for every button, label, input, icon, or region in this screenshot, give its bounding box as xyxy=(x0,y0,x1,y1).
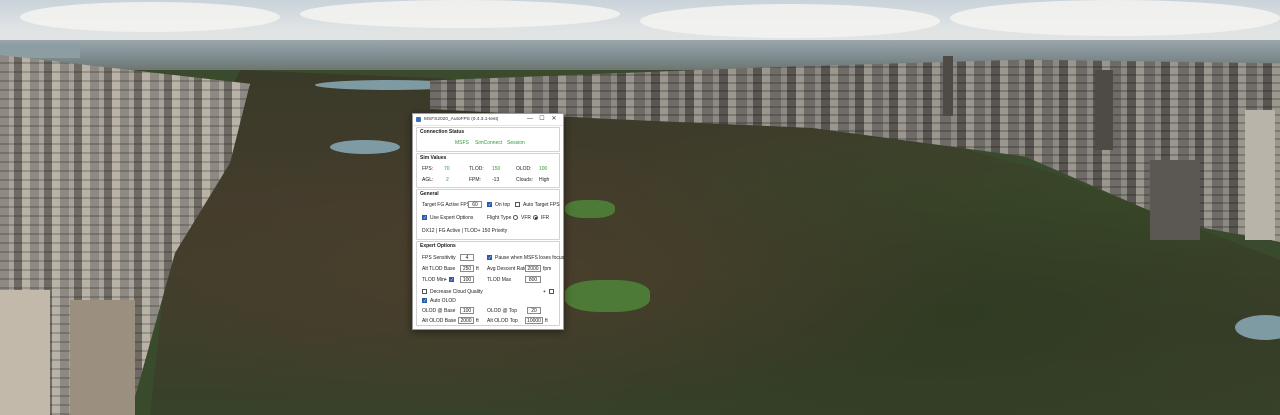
olod-top-label: OLOD @ Top xyxy=(487,308,517,314)
agl-value: 2 xyxy=(446,177,449,183)
agl-label: AGL: xyxy=(422,177,434,183)
alt-olod-top-input[interactable]: 10000 xyxy=(525,317,543,324)
clouds-label: Clouds: xyxy=(516,177,533,183)
pause-focus-checkbox[interactable]: ✓ xyxy=(487,255,492,260)
alt-tlod-base-label: Alt TLOD Base xyxy=(422,266,456,272)
alt-olod-base-input[interactable]: 2000 xyxy=(458,317,474,324)
auto-target-fps-label: Auto Target FPS xyxy=(523,202,560,208)
olod-label: OLOD: xyxy=(516,166,532,172)
status-text: DX12 | FG Active | TLOD+ 150 Priority xyxy=(422,228,508,234)
olod-top-input[interactable]: 20 xyxy=(527,307,541,314)
flight-type-label: Flight Type xyxy=(487,215,512,221)
sim-values-header: Sim Values xyxy=(420,155,447,161)
connection-status-group: Connection Status MSFS SimConnect Sessio… xyxy=(416,127,560,152)
fps-sensitivity-input[interactable]: 4 xyxy=(460,254,474,261)
river xyxy=(0,44,80,58)
autofps-window: MSFS2020_AutoFPS (0.4.3.1-test) — ☐ ✕ Co… xyxy=(412,113,564,330)
general-header: General xyxy=(420,191,439,197)
expert-options-group: Expert Options FPS Sensitivity 4 ✓ Pause… xyxy=(416,241,564,326)
skyscraper xyxy=(70,300,135,415)
skyscraper xyxy=(1150,160,1200,240)
target-fps-label: Target FG Active FPS xyxy=(422,202,471,208)
alt-olod-base-label: Alt OLOD Base xyxy=(422,318,457,324)
app-icon xyxy=(416,117,421,122)
connection-status-header: Connection Status xyxy=(420,129,465,135)
cloud xyxy=(300,0,620,28)
title-bar[interactable]: MSFS2020_AutoFPS (0.4.3.1-test) — ☐ ✕ xyxy=(413,114,563,126)
skyscraper xyxy=(0,290,50,415)
auto-target-fps-checkbox[interactable] xyxy=(515,202,520,207)
alt-olod-top-label: Alt OLOD Top xyxy=(487,318,518,324)
decrease-cloud-quality-checkbox[interactable] xyxy=(422,289,427,294)
tlod-min-input[interactable]: 100 xyxy=(460,276,474,283)
expert-options-header: Expert Options xyxy=(420,243,456,249)
auto-olod-checkbox[interactable]: ✓ xyxy=(422,298,427,303)
olod-value: 100 xyxy=(539,166,548,172)
fps-label: FPS: xyxy=(422,166,434,172)
ifr-label: IFR xyxy=(541,215,550,221)
cloud xyxy=(20,2,280,32)
pond xyxy=(330,140,400,154)
tlod-label: TLOD: xyxy=(469,166,484,172)
cloud-extra-checkbox[interactable] xyxy=(549,289,554,294)
close-button[interactable]: ✕ xyxy=(548,114,560,125)
ifr-radio[interactable] xyxy=(533,215,538,220)
maximize-button[interactable]: ☐ xyxy=(536,114,548,125)
alt-tlod-base-unit: ft xyxy=(476,266,479,272)
on-top-label: On top xyxy=(495,202,511,208)
skyscraper xyxy=(1245,110,1275,240)
on-top-checkbox[interactable]: ✓ xyxy=(487,202,492,207)
sim-values-group: Sim Values FPS: 70 TLOD: 150 OLOD: 100 A… xyxy=(416,153,560,188)
lawn xyxy=(565,200,615,218)
status-session: Session xyxy=(507,140,525,146)
tlod-min-plus: + xyxy=(444,277,447,283)
cloud-plus: + xyxy=(543,289,546,295)
target-fps-input[interactable]: 60 xyxy=(468,201,482,208)
flight-sim-scenery xyxy=(0,0,1280,415)
tlod-max-label: TLOD Max xyxy=(487,277,512,283)
fps-sensitivity-label: FPS Sensitivity xyxy=(422,255,456,261)
auto-olod-label: Auto OLOD xyxy=(430,298,456,304)
tlod-min-label: TLOD Min xyxy=(422,277,445,283)
general-group: General Target FG Active FPS 60 ✓ On top… xyxy=(416,189,560,240)
tlod-max-input[interactable]: 800 xyxy=(525,276,541,283)
status-msfs: MSFS xyxy=(455,140,469,146)
cloud xyxy=(950,0,1280,36)
olod-base-input[interactable]: 100 xyxy=(460,307,474,314)
alt-olod-top-unit: ft xyxy=(545,318,548,324)
use-expert-options-label: Use Expert Options xyxy=(430,215,474,221)
clouds-value: High xyxy=(539,177,550,183)
alt-tlod-base-input[interactable]: 250 xyxy=(460,265,474,272)
fpm-label: FPM: xyxy=(469,177,481,183)
status-simconnect: SimConnect xyxy=(475,140,503,146)
decrease-cloud-quality-label: Decrease Cloud Quality xyxy=(430,289,483,295)
olod-base-label: OLOD @ Base xyxy=(422,308,456,314)
alt-olod-base-unit: ft xyxy=(476,318,479,324)
window-title: MSFS2020_AutoFPS (0.4.3.1-test) xyxy=(424,117,499,122)
tlod-min-checkbox[interactable]: ✓ xyxy=(449,277,454,282)
use-expert-options-checkbox[interactable]: ✓ xyxy=(422,215,427,220)
vfr-radio[interactable] xyxy=(513,215,518,220)
avg-descent-label: Avg Descent Rate xyxy=(487,266,528,272)
cloud xyxy=(640,4,940,38)
lawn xyxy=(565,280,650,312)
fpm-value: -13 xyxy=(492,177,500,183)
skyscraper xyxy=(943,56,953,116)
avg-descent-unit: fpm xyxy=(543,266,552,272)
vfr-label: VFR xyxy=(521,215,531,221)
pause-focus-label: Pause when MSFS loses focus xyxy=(495,255,565,261)
minimize-button[interactable]: — xyxy=(524,114,536,125)
fps-value: 70 xyxy=(444,166,450,172)
avg-descent-input[interactable]: 2000 xyxy=(525,265,541,272)
tlod-value: 150 xyxy=(492,166,501,172)
skyscraper xyxy=(1095,70,1113,150)
